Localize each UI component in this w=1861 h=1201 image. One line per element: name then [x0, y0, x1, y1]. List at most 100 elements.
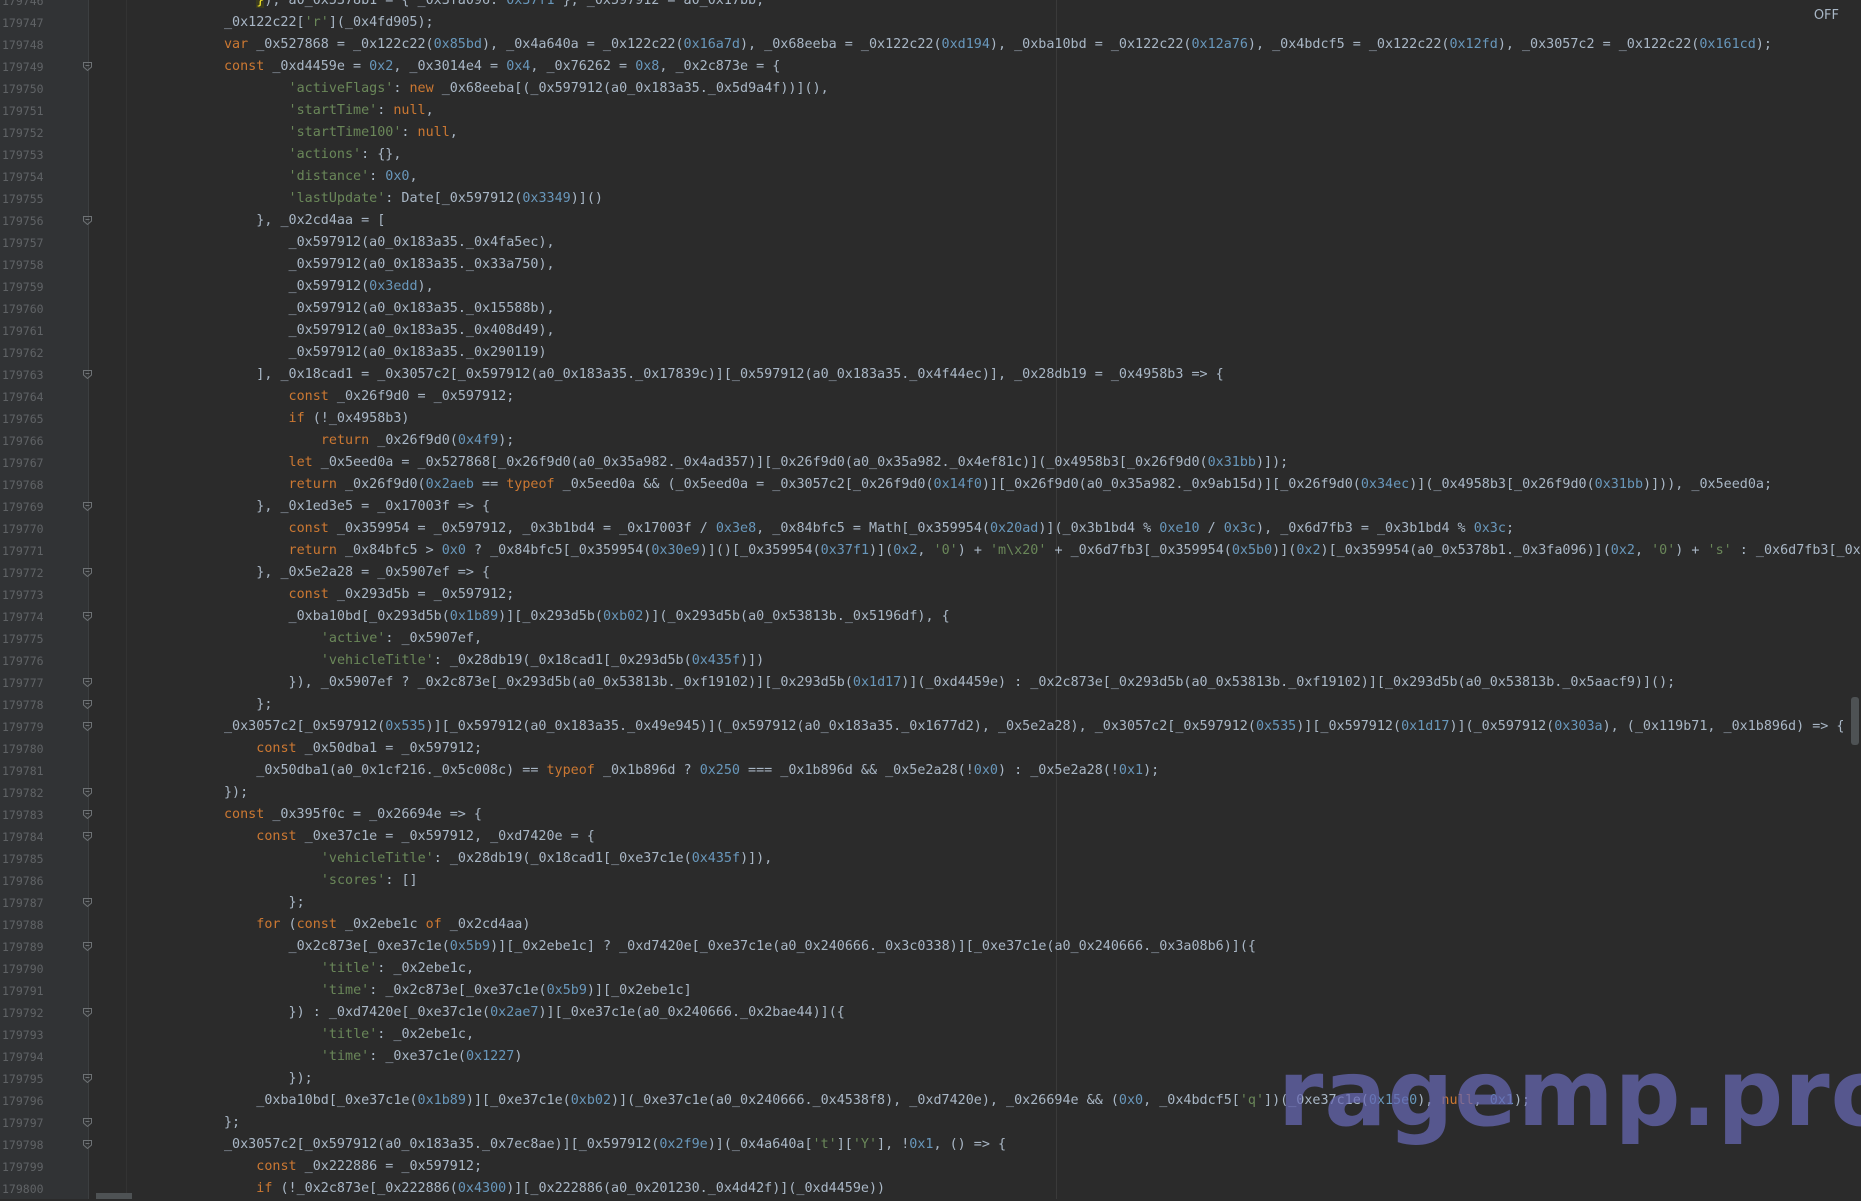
code-text: 'time': _0xe37c1e(0x1227): [321, 1046, 523, 1068]
fold-marker-icon[interactable]: [83, 788, 92, 797]
code-text: }, _0x1ed3e5 = _0x17003f => {: [256, 496, 490, 518]
fold-marker-icon[interactable]: [83, 62, 92, 71]
code-line[interactable]: 179772}, _0x5e2a28 = _0x5907ef => {: [0, 562, 1861, 584]
fold-marker-icon[interactable]: [83, 1074, 92, 1083]
code-token: 0xe10: [1159, 521, 1200, 536]
fold-marker-icon[interactable]: [83, 568, 92, 577]
fold-marker-icon[interactable]: [83, 700, 92, 709]
code-line[interactable]: 179779 _0x3057c2[_0x597912(0x535)][_0x597…: [0, 716, 1861, 738]
code-line[interactable]: 179789 _0x2c873e[_0xe37c1e(0x5b9)][_0x2eb…: [0, 936, 1861, 958]
horizontal-scrollbar-thumb[interactable]: [96, 1193, 132, 1199]
fold-marker-icon[interactable]: [83, 216, 92, 225]
code-line[interactable]: 179800 if (!_0x2c873e[_0x222886(0x4300)][…: [0, 1178, 1861, 1200]
code-token: :: [369, 169, 386, 184]
fold-marker-icon[interactable]: [83, 722, 92, 731]
code-line[interactable]: 179759 _0x597912(0x3edd),: [0, 276, 1861, 298]
code-token: )][_0x222886(a0_0x201230._0x4d42f)](_0xd…: [506, 1181, 886, 1196]
fold-marker-icon[interactable]: [83, 810, 92, 819]
code-line[interactable]: 179769}, _0x1ed3e5 = _0x17003f => {: [0, 496, 1861, 518]
code-token: /: [1199, 521, 1224, 536]
code-line[interactable]: 179781 _0x50dba1(a0_0x1cf216._0x5c008c) =…: [0, 760, 1861, 782]
code-line[interactable]: 179783 const _0x395f0c = _0x26694e => {: [0, 804, 1861, 826]
line-number: 179778: [2, 698, 44, 712]
code-line[interactable]: 179787};: [0, 892, 1861, 914]
fold-marker-icon[interactable]: [83, 370, 92, 379]
watermark-logo: ragemp.pro: [1278, 1040, 1861, 1147]
code-line[interactable]: 179761 _0x597912(a0_0x183a35._0x408d49),: [0, 320, 1861, 342]
code-token: 0x0: [1118, 1093, 1144, 1108]
code-line[interactable]: 179768 return _0x26f9d0(0x2aeb == typeof …: [0, 474, 1861, 496]
line-number: 179770: [2, 522, 44, 536]
code-token: _0xe37c1e = _0x597912, _0xd7420e = {: [304, 829, 595, 844]
code-line[interactable]: 179788 for (const _0x2ebe1c of _0x2cd4aa): [0, 914, 1861, 936]
fold-marker-icon[interactable]: [83, 942, 92, 951]
code-line[interactable]: 179777}), _0x5907ef ? _0x2c873e[_0x293d5…: [0, 672, 1861, 694]
fold-marker-icon[interactable]: [83, 678, 92, 687]
code-line[interactable]: 179765 if (!_0x4958b3): [0, 408, 1861, 430]
code-line[interactable]: 179754 'distance': 0x0,: [0, 166, 1861, 188]
fold-marker-icon[interactable]: [83, 502, 92, 511]
line-number: 179771: [2, 544, 44, 558]
code-line[interactable]: 179792}) : _0xd7420e[_0xe37c1e(0x2ae7)][…: [0, 1002, 1861, 1024]
code-token: _0x2ebe1c: [344, 917, 426, 932]
code-line[interactable]: 179785 'vehicleTitle': _0x28db19(_0x18cad…: [0, 848, 1861, 870]
code-line[interactable]: 179774 _0xba10bd[_0x293d5b(0x1b89)][_0x29…: [0, 606, 1861, 628]
code-token: const: [288, 521, 337, 536]
status-off-label[interactable]: OFF: [1814, 8, 1839, 23]
code-line[interactable]: 179752 'startTime100': null,: [0, 122, 1861, 144]
code-line[interactable]: 179766 return _0x26f9d0(0x4f9);: [0, 430, 1861, 452]
fold-marker-icon[interactable]: [83, 612, 92, 621]
code-line[interactable]: 179767 let _0x5eed0a = _0x527868[_0x26f9d…: [0, 452, 1861, 474]
code-line[interactable]: 179791 'time': _0x2c873e[_0xe37c1e(0x5b9)…: [0, 980, 1861, 1002]
code-line[interactable]: 179770 const _0x359954 = _0x597912, _0x3b…: [0, 518, 1861, 540]
code-line[interactable]: 179750 'activeFlags': new _0x68eeba[(_0x5…: [0, 78, 1861, 100]
vertical-scrollbar-thumb[interactable]: [1851, 697, 1859, 745]
code-line[interactable]: 179751 'startTime': null,: [0, 100, 1861, 122]
code-line[interactable]: 179780 const _0x50dba1 = _0x597912;: [0, 738, 1861, 760]
code-token: _0x1b896d ?: [602, 763, 700, 778]
code-token: }, _0x5e2a28 = _0x5907ef => {: [256, 565, 491, 580]
code-line[interactable]: 179763], _0x18cad1 = _0x3057c2[_0x597912…: [0, 364, 1861, 386]
code-line[interactable]: 179799 const _0x222886 = _0x597912;: [0, 1156, 1861, 1178]
line-number: 179783: [2, 808, 44, 822]
code-line[interactable]: 179757 _0x597912(a0_0x183a35._0x4fa5ec),: [0, 232, 1861, 254]
code-line[interactable]: 179773 const _0x293d5b = _0x597912;: [0, 584, 1861, 606]
code-line[interactable]: 179760 _0x597912(a0_0x183a35._0x15588b),: [0, 298, 1861, 320]
code-text: var _0x527868 = _0x122c22(0x85bd), _0x4a…: [224, 34, 1772, 56]
fold-marker-icon[interactable]: [83, 832, 92, 841]
code-token: 0x435f: [691, 851, 741, 866]
code-line[interactable]: 179758 _0x597912(a0_0x183a35._0x33a750),: [0, 254, 1861, 276]
fold-marker-icon[interactable]: [83, 1118, 92, 1127]
code-line[interactable]: 179786 'scores': []: [0, 870, 1861, 892]
code-text: const _0x222886 = _0x597912;: [256, 1156, 482, 1178]
code-line[interactable]: 179771 return _0x84bfc5 > 0x0 ? _0x84bfc5…: [0, 540, 1861, 562]
fold-marker-icon[interactable]: [83, 1008, 92, 1017]
code-token: 0x1: [909, 1137, 934, 1152]
code-line[interactable]: 179749 const _0xd4459e = 0x2, _0x3014e4 =…: [0, 56, 1861, 78]
code-line[interactable]: 179748 var _0x527868 = _0x122c22(0x85bd),…: [0, 34, 1861, 56]
code-line[interactable]: 179776 'vehicleTitle': _0x28db19(_0x18cad…: [0, 650, 1861, 672]
code-token: const: [296, 917, 345, 932]
code-line[interactable]: 179756}, _0x2cd4aa = [: [0, 210, 1861, 232]
code-line[interactable]: 179746}), a0_0x5378b1 = { _0x3fa096: 0x3…: [0, 0, 1861, 12]
code-line[interactable]: 179747 _0x122c22['r'](_0x4fd905);: [0, 12, 1861, 34]
code-line[interactable]: 179762 _0x597912(a0_0x183a35._0x290119): [0, 342, 1861, 364]
code-token: ,: [449, 125, 458, 140]
code-token: 0x8: [635, 59, 660, 74]
code-line[interactable]: 179790 'title': _0x2ebe1c,: [0, 958, 1861, 980]
line-number: 179794: [2, 1050, 44, 1064]
code-line[interactable]: 179755 'lastUpdate': Date[_0x597912(0x334…: [0, 188, 1861, 210]
code-editor[interactable]: 179746}), a0_0x5378b1 = { _0x3fa096: 0x3…: [0, 0, 1861, 1200]
code-line[interactable]: 179782});: [0, 782, 1861, 804]
code-token: )][_0x26f9d0(a0_0x35a982._0x9ab15d)][_0x…: [981, 477, 1361, 492]
code-line[interactable]: 179764 const _0x26f9d0 = _0x597912;: [0, 386, 1861, 408]
code-line[interactable]: 179778};: [0, 694, 1861, 716]
code-line[interactable]: 179775 'active': _0x5907ef,: [0, 628, 1861, 650]
fold-marker-icon[interactable]: [83, 898, 92, 907]
fold-marker-icon[interactable]: [83, 1140, 92, 1149]
code-token: _0xba10bd[_0xe37c1e(: [256, 1093, 418, 1108]
code-line[interactable]: 179753 'actions': {},: [0, 144, 1861, 166]
code-line[interactable]: 179784 const _0xe37c1e = _0x597912, _0xd7…: [0, 826, 1861, 848]
code-text: 'title': _0x2ebe1c,: [321, 958, 474, 980]
code-token: ;: [1505, 521, 1514, 536]
